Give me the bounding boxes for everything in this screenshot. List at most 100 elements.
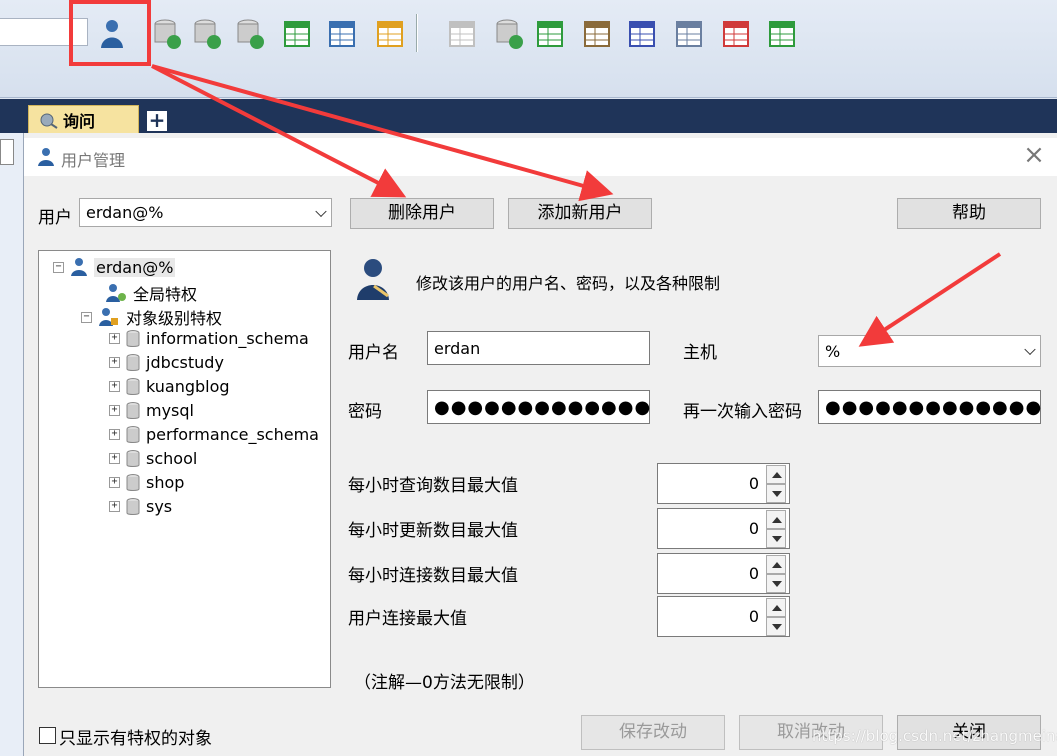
host-value: % [825,341,841,361]
tree-global-label: 全局特权 [133,285,198,304]
expand-icon[interactable]: + [109,501,120,512]
table-green-icon[interactable] [280,14,314,54]
dialog-titlebar [24,138,1057,176]
wrench-icon[interactable] [445,14,479,54]
tree-database-item[interactable]: + sys [109,497,172,516]
spinner-up-icon[interactable] [766,465,786,484]
expand-icon[interactable]: + [109,381,120,392]
password-label: 密码 [348,402,382,422]
tree-database-label: kuangblog [146,377,230,396]
limit-spinner[interactable]: 0 [657,596,790,637]
password-field[interactable]: ●●●●●●●●●●●●● [427,390,650,424]
tree-database-label: school [146,449,198,468]
tree-database-item[interactable]: + kuangblog [109,377,230,396]
tree-database-label: sys [146,497,173,516]
spinner-up-icon[interactable] [766,598,786,617]
tree-database-item[interactable]: + performance_schema [109,425,319,444]
database-icon [126,329,140,347]
username-label: 用户名 [348,343,399,363]
privilege-tree[interactable]: − erdan@% 全局特权 − 对象级别特权 + information_sch… [38,250,331,688]
collapse-icon[interactable]: − [53,261,64,273]
user-description: 修改该用户的用户名、密码，以及各种限制 [416,274,721,293]
database-icon [126,353,140,371]
query-icon [40,113,58,129]
spinner-down-icon[interactable] [766,574,786,593]
user-select-value: erdan@% [86,203,164,222]
tree-root[interactable]: − erdan@% [53,257,176,277]
tree-object-privileges[interactable]: − 对象级别特权 [81,305,222,329]
toolbar-separator [416,14,418,52]
chevron-down-icon [315,205,327,217]
add-user-button[interactable]: 添加新用户 [508,198,652,229]
expand-icon[interactable]: + [109,333,120,344]
db-sync-icon[interactable] [492,14,526,54]
table-red-icon[interactable] [719,14,753,54]
limit-label: 用户连接最大值 [348,609,467,629]
tree-database-label: shop [146,473,185,492]
tree-global-privileges[interactable]: 全局特权 [105,281,197,305]
tree-database-label: information_schema [146,329,309,348]
limit-label: 每小时连接数目最大值 [348,566,518,586]
tab-query[interactable]: 询问 [28,105,139,134]
database-icon [126,425,140,443]
delete-user-button[interactable]: 删除用户 [350,198,494,229]
tab-query-label: 询问 [63,112,96,131]
spinner-down-icon[interactable] [766,484,786,503]
user-icon [71,258,87,276]
host-label: 主机 [683,343,717,363]
collapse-icon[interactable]: − [81,311,92,323]
tree-database-item[interactable]: + information_schema [109,329,309,348]
password-confirm-field[interactable]: ●●●●●●●●●●●●● [818,390,1041,424]
chevron-down-icon [1024,343,1036,356]
table-blue-icon[interactable] [325,14,359,54]
limit-value: 0 [748,519,759,538]
user-select[interactable]: erdan@% [79,198,332,227]
limit-spinner[interactable]: 0 [657,553,790,594]
db-add-icon[interactable] [150,14,184,54]
dialog-title: 用户管理 [61,151,126,170]
help-button[interactable]: 帮助 [897,198,1041,229]
username-field[interactable]: erdan [427,331,650,365]
tree-database-item[interactable]: + jdbcstudy [109,353,224,372]
highlight-box [69,0,151,66]
spinner-up-icon[interactable] [766,510,786,529]
schema-designer-icon[interactable] [765,14,799,54]
tree-database-item[interactable]: + mysql [109,401,194,420]
expand-icon[interactable]: + [109,405,120,416]
tree-database-item[interactable]: + school [109,449,197,468]
database-icon [126,401,140,419]
password-confirm-label: 再一次输入密码 [683,402,802,422]
limit-spinner[interactable]: 0 [657,508,790,549]
database-icon [126,497,140,515]
limit-label: 每小时查询数目最大值 [348,476,518,496]
spinner-up-icon[interactable] [766,555,786,574]
db-migrate-icon[interactable] [580,14,614,54]
limits-note: （注解—0方法无限制） [354,673,535,693]
close-icon[interactable]: × [1021,142,1047,170]
scheduler-icon[interactable] [625,14,659,54]
db-import-icon[interactable] [233,14,267,54]
show-privileged-checkbox[interactable] [39,727,56,744]
schema-compare-icon[interactable] [533,14,567,54]
spinner-down-icon[interactable] [766,529,786,548]
keyboard-icon[interactable] [672,14,706,54]
save-button[interactable]: 保存改动 [581,715,725,750]
spinner-down-icon[interactable] [766,617,786,636]
tree-root-label: erdan@% [94,257,176,277]
limit-spinner[interactable]: 0 [657,463,790,504]
database-icon [126,377,140,395]
expand-icon[interactable]: + [109,357,120,368]
user-label: 用户 [38,208,72,228]
table-yellow-icon[interactable] [373,14,407,54]
watermark: https://blog.csdn.net/zhangmeina [812,727,1057,745]
username-value: erdan [434,338,481,358]
expand-icon[interactable]: + [109,429,120,440]
host-select[interactable]: % [818,335,1041,367]
expand-icon[interactable]: + [109,477,120,488]
add-tab-button[interactable]: + [146,110,168,132]
expand-icon[interactable]: + [109,453,120,464]
user-icon [38,148,54,166]
tree-database-item[interactable]: + shop [109,473,184,492]
db-export-icon[interactable] [190,14,224,54]
left-panel-input[interactable] [0,139,14,165]
